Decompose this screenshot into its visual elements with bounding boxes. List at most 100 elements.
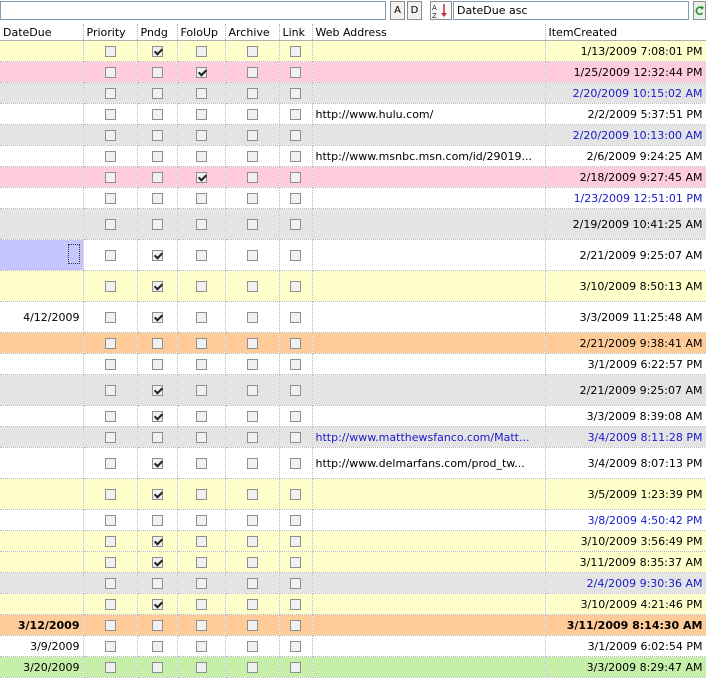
- pndg-checkbox[interactable]: [151, 620, 163, 631]
- foloup-checkbox[interactable]: [195, 432, 207, 443]
- cell-web-address[interactable]: [312, 208, 546, 240]
- foloup-checkbox[interactable]: [195, 281, 207, 292]
- priority-checkbox[interactable]: [104, 151, 116, 162]
- cell-web-address[interactable]: [312, 239, 546, 271]
- table-row[interactable]: 1/13/2009 7:08:01 PM: [0, 40, 706, 62]
- archive-checkbox[interactable]: [246, 458, 258, 469]
- pndg-checkbox[interactable]: [151, 312, 163, 323]
- cell-itemcreated[interactable]: 3/1/2009 6:22:57 PM: [545, 353, 706, 375]
- priority-checkbox[interactable]: [104, 662, 116, 673]
- link-checkbox[interactable]: [290, 67, 301, 78]
- cell-web-address[interactable]: [312, 187, 546, 209]
- archive-checkbox[interactable]: [246, 578, 258, 589]
- table-row[interactable]: 3/12/2009 3/11/2009 8:14:30 AM: [0, 614, 706, 636]
- cell-web-address[interactable]: [312, 551, 546, 573]
- table-row[interactable]: 1/23/2009 12:51:01 PM: [0, 187, 706, 209]
- cell-web-address[interactable]: [312, 270, 546, 302]
- cell-datedue[interactable]: [0, 239, 84, 271]
- link-checkbox[interactable]: [290, 599, 301, 610]
- archive-checkbox[interactable]: [246, 46, 258, 57]
- cell-web-address[interactable]: [312, 166, 546, 188]
- archive-checkbox[interactable]: [246, 489, 258, 500]
- cell-datedue[interactable]: [0, 405, 84, 427]
- cell-itemcreated[interactable]: 3/10/2009 8:50:13 AM: [545, 270, 706, 302]
- pndg-checkbox[interactable]: [151, 515, 163, 526]
- priority-checkbox[interactable]: [104, 641, 116, 652]
- link-checkbox[interactable]: [290, 515, 301, 526]
- pndg-checkbox[interactable]: [151, 385, 163, 396]
- priority-checkbox[interactable]: [104, 281, 116, 292]
- archive-checkbox[interactable]: [246, 312, 258, 323]
- table-row[interactable]: 3/20/2009 3/3/2009 8:29:47 AM: [0, 656, 706, 678]
- cell-itemcreated[interactable]: 3/11/2009 8:14:30 AM: [545, 614, 706, 636]
- archive-checkbox[interactable]: [246, 620, 258, 631]
- foloup-checkbox[interactable]: [195, 359, 207, 370]
- cell-web-address[interactable]: [312, 593, 546, 615]
- table-row[interactable]: 2/21/2009 9:25:07 AM: [0, 239, 706, 271]
- cell-datedue[interactable]: [0, 40, 84, 62]
- link-checkbox[interactable]: [290, 338, 301, 349]
- link-checkbox[interactable]: [290, 172, 301, 183]
- table-row[interactable]: 2/20/2009 10:13:00 AM: [0, 124, 706, 146]
- priority-checkbox[interactable]: [104, 578, 116, 589]
- cell-datedue[interactable]: [0, 270, 84, 302]
- foloup-checkbox[interactable]: [195, 151, 207, 162]
- table-row[interactable]: http://www.matthewsfanco.com/Matt... 3/4/…: [0, 426, 706, 448]
- pndg-checkbox[interactable]: [151, 662, 163, 673]
- cell-itemcreated[interactable]: 3/10/2009 4:21:46 PM: [545, 593, 706, 615]
- cell-datedue[interactable]: [0, 166, 84, 188]
- foloup-checkbox[interactable]: [195, 130, 207, 141]
- archive-checkbox[interactable]: [246, 281, 258, 292]
- table-row[interactable]: 3/5/2009 1:23:39 PM: [0, 478, 706, 510]
- link-checkbox[interactable]: [290, 458, 301, 469]
- link-checkbox[interactable]: [290, 662, 301, 673]
- foloup-checkbox[interactable]: [195, 385, 207, 396]
- cell-web-address[interactable]: [312, 124, 546, 146]
- priority-checkbox[interactable]: [104, 536, 116, 547]
- column-header-pndg[interactable]: Pndg: [137, 24, 178, 41]
- priority-checkbox[interactable]: [104, 193, 116, 204]
- pndg-checkbox[interactable]: [151, 578, 163, 589]
- pndg-checkbox[interactable]: [151, 219, 163, 230]
- pndg-checkbox[interactable]: [151, 359, 163, 370]
- priority-checkbox[interactable]: [104, 385, 116, 396]
- archive-checkbox[interactable]: [246, 193, 258, 204]
- pndg-checkbox[interactable]: [151, 338, 163, 349]
- cell-itemcreated[interactable]: 3/1/2009 6:02:54 PM: [545, 635, 706, 657]
- link-checkbox[interactable]: [290, 312, 301, 323]
- cell-web-address[interactable]: [312, 40, 546, 62]
- cell-web-address[interactable]: [312, 635, 546, 657]
- link-checkbox[interactable]: [290, 359, 301, 370]
- column-header-datedue[interactable]: DateDue: [0, 24, 84, 41]
- foloup-checkbox[interactable]: [195, 312, 207, 323]
- foloup-checkbox[interactable]: [195, 458, 207, 469]
- priority-checkbox[interactable]: [104, 109, 116, 120]
- cell-web-address[interactable]: [312, 301, 546, 333]
- link-checkbox[interactable]: [290, 578, 301, 589]
- archive-checkbox[interactable]: [246, 359, 258, 370]
- cell-datedue[interactable]: [0, 374, 84, 406]
- table-row[interactable]: 3/8/2009 4:50:42 PM: [0, 509, 706, 531]
- cell-datedue[interactable]: [0, 187, 84, 209]
- pndg-checkbox[interactable]: [151, 88, 163, 99]
- priority-checkbox[interactable]: [104, 250, 116, 261]
- link-checkbox[interactable]: [290, 219, 301, 230]
- foloup-checkbox[interactable]: [195, 578, 207, 589]
- foloup-checkbox[interactable]: [195, 193, 207, 204]
- pndg-checkbox[interactable]: [151, 130, 163, 141]
- cell-itemcreated[interactable]: 2/20/2009 10:15:02 AM: [545, 82, 706, 104]
- archive-checkbox[interactable]: [246, 88, 258, 99]
- link-checkbox[interactable]: [290, 46, 301, 57]
- foloup-checkbox[interactable]: [195, 599, 207, 610]
- cell-datedue[interactable]: [0, 124, 84, 146]
- cell-web-address[interactable]: http://www.matthewsfanco.com/Matt...: [312, 426, 546, 448]
- foloup-checkbox[interactable]: [195, 515, 207, 526]
- foloup-checkbox[interactable]: [195, 109, 207, 120]
- pndg-checkbox[interactable]: [151, 536, 163, 547]
- priority-checkbox[interactable]: [104, 172, 116, 183]
- cell-datedue[interactable]: [0, 426, 84, 448]
- cell-datedue[interactable]: [0, 82, 84, 104]
- cell-web-address[interactable]: [312, 530, 546, 552]
- cell-web-address[interactable]: [312, 656, 546, 678]
- archive-checkbox[interactable]: [246, 536, 258, 547]
